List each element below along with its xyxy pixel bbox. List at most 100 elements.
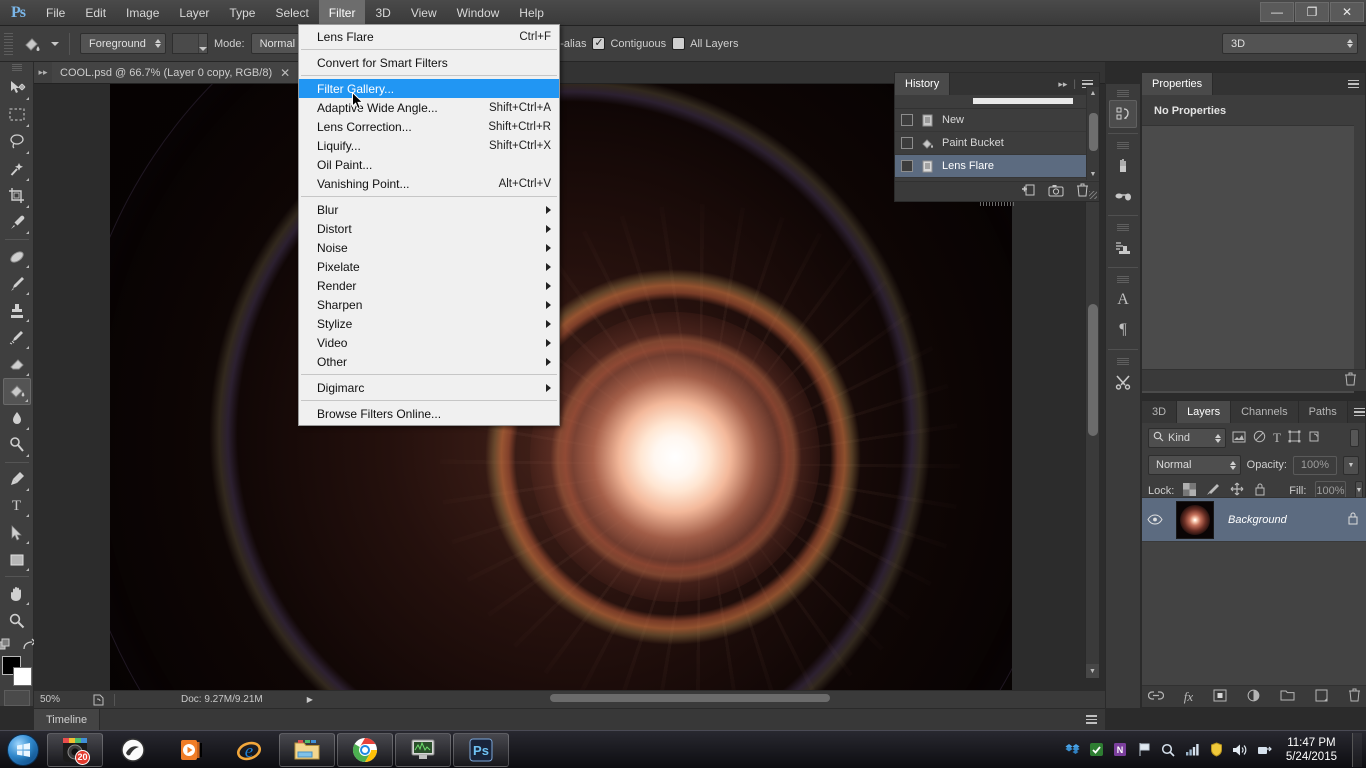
action-center-flag-icon[interactable] — [1136, 740, 1153, 760]
blur-tool[interactable] — [3, 405, 31, 432]
horizontal-scroll-thumb[interactable] — [550, 694, 830, 702]
dock-grip-3[interactable] — [1117, 224, 1129, 231]
fill-source-select[interactable]: Foreground — [80, 33, 166, 54]
tab-channels[interactable]: Channels — [1231, 401, 1299, 423]
history-source-checkbox[interactable] — [901, 160, 913, 172]
filter-dropdown-menu[interactable]: Lens Flare Ctrl+F Convert for Smart Filt… — [298, 24, 560, 426]
pen-tool[interactable] — [3, 466, 31, 493]
layer-filter-toggle[interactable] — [1350, 429, 1359, 447]
filter-pixel-icon[interactable] — [1232, 431, 1246, 446]
tab-paths[interactable]: Paths — [1298, 401, 1348, 423]
tab-properties[interactable]: Properties — [1142, 73, 1214, 95]
doc-proxy-icon[interactable] — [88, 694, 108, 706]
menu-help[interactable]: Help — [509, 0, 554, 26]
canvas-horizontal-scrollbar[interactable] — [300, 691, 1090, 705]
contiguous-checkbox[interactable]: ✓ — [592, 37, 606, 50]
taskbar-system-monitor-app[interactable] — [395, 732, 451, 767]
adjustments-icon[interactable] — [1109, 234, 1137, 262]
menu-item-pixelate[interactable]: Pixelate — [299, 257, 559, 276]
new-document-from-state-icon[interactable] — [1021, 183, 1036, 200]
trash-icon[interactable] — [1344, 372, 1357, 389]
new-layer-icon[interactable] — [1315, 689, 1328, 705]
zoom-tool[interactable] — [3, 607, 31, 634]
type-tool[interactable]: T — [3, 493, 31, 520]
tool-preset-chevron-down-icon[interactable] — [51, 41, 59, 46]
taskbar-file-explorer-app[interactable] — [279, 732, 335, 767]
menu-item-distort[interactable]: Distort — [299, 219, 559, 238]
close-icon[interactable]: ✕ — [280, 67, 290, 79]
collapse-arrows-icon[interactable]: ▸▸ — [1058, 79, 1067, 90]
options-bar-grip[interactable] — [4, 32, 13, 55]
menu-filter[interactable]: Filter — [318, 0, 366, 26]
history-scrollbar[interactable]: ▲ ▼ — [1086, 87, 1099, 180]
menu-item-adaptive-wide-angle[interactable]: Adaptive Wide Angle... Shift+Ctrl+A — [299, 98, 559, 117]
trash-icon[interactable] — [1348, 688, 1361, 705]
history-actions-icon[interactable] — [1109, 100, 1137, 128]
zoom-level[interactable]: 50% — [34, 694, 88, 705]
tab-layers[interactable]: Layers — [1177, 401, 1232, 423]
adjustment-icon[interactable] — [1247, 689, 1260, 705]
collapse-arrows-icon[interactable]: ▸▸ — [34, 62, 52, 83]
rectangle-tool[interactable] — [3, 546, 31, 573]
marquee-tool[interactable] — [3, 102, 31, 129]
menu-item-convert-for-smart-filters[interactable]: Convert for Smart Filters — [299, 53, 559, 72]
menu-item-liquify[interactable]: Liquify... Shift+Ctrl+X — [299, 136, 559, 155]
filter-adjustment-icon[interactable] — [1253, 430, 1266, 446]
menu-image[interactable]: Image — [116, 0, 169, 26]
pattern-swatch-picker[interactable] — [172, 33, 208, 54]
healing-brush-tool[interactable] — [3, 243, 31, 270]
history-snapshot-row[interactable] — [895, 95, 1099, 109]
taskbar-photoshop-app[interactable]: Ps — [453, 732, 509, 767]
menu-window[interactable]: Window — [447, 0, 510, 26]
history-state-paint-bucket[interactable]: Paint Bucket — [895, 132, 1099, 155]
background-color-swatch[interactable] — [12, 667, 32, 687]
color-swatches[interactable] — [1, 656, 32, 687]
document-canvas[interactable] — [110, 84, 1012, 690]
scroll-down-icon[interactable]: ▼ — [1087, 168, 1099, 180]
mask-icon[interactable] — [1213, 689, 1227, 705]
menu-type[interactable]: Type — [219, 0, 265, 26]
opacity-chevron-down-icon[interactable]: ▼ — [1343, 455, 1359, 475]
network-graph-icon[interactable] — [1184, 740, 1201, 760]
taskbar-camera-app[interactable]: 20 — [47, 732, 103, 767]
menu-item-render[interactable]: Render — [299, 276, 559, 295]
move-tool[interactable] — [3, 75, 31, 102]
paragraph-icon[interactable]: ¶ — [1109, 316, 1137, 344]
filter-smart-object-icon[interactable] — [1308, 430, 1321, 446]
menu-view[interactable]: View — [401, 0, 447, 26]
eyedropper-tool[interactable] — [3, 210, 31, 237]
properties-panel-menu[interactable] — [1342, 73, 1365, 95]
filter-shape-icon[interactable] — [1288, 430, 1301, 446]
history-scroll-thumb[interactable] — [1089, 113, 1098, 151]
layer-blend-mode-select[interactable]: Normal — [1148, 455, 1241, 475]
history-source-checkbox[interactable] — [901, 114, 913, 126]
dropbox-icon[interactable] — [1064, 740, 1081, 760]
menu-item-lens-flare[interactable]: Lens Flare Ctrl+F — [299, 27, 559, 46]
timeline-panel-menu-icon[interactable] — [1086, 709, 1105, 730]
clone-stamp-tool[interactable] — [3, 297, 31, 324]
character-icon[interactable]: A — [1109, 286, 1137, 314]
layers-panel-menu[interactable] — [1348, 401, 1366, 423]
panel-menu-icon[interactable] — [1348, 79, 1359, 89]
magic-wand-tool[interactable] — [3, 156, 31, 183]
eye-icon[interactable] — [1142, 514, 1168, 525]
link-icon[interactable] — [1147, 690, 1164, 704]
filter-type-icon[interactable]: T — [1273, 430, 1281, 446]
menu-item-lens-correction[interactable]: Lens Correction... Shift+Ctrl+R — [299, 117, 559, 136]
contiguous-option[interactable]: ✓ Contiguous — [592, 37, 666, 50]
restore-button[interactable]: ❐ — [1295, 2, 1329, 22]
tool-presets-icon[interactable] — [1109, 368, 1137, 396]
workspace-select[interactable]: 3D — [1222, 33, 1358, 54]
paint-bucket-tool[interactable] — [2, 377, 31, 405]
brush-tool[interactable] — [3, 270, 31, 297]
menu-file[interactable]: File — [36, 0, 75, 26]
layer-filter-kind-select[interactable]: Kind — [1148, 428, 1226, 448]
tab-history[interactable]: History — [895, 73, 951, 95]
panel-bottom-grip[interactable] — [980, 202, 1014, 206]
pattern-chevron-down-icon[interactable] — [198, 34, 207, 53]
vertical-scroll-thumb[interactable] — [1088, 304, 1098, 436]
layer-name[interactable]: Background — [1222, 514, 1339, 526]
menu-item-video[interactable]: Video — [299, 333, 559, 352]
panel-resize-handle[interactable] — [1089, 191, 1097, 199]
quick-mask-toggle[interactable] — [3, 690, 30, 706]
